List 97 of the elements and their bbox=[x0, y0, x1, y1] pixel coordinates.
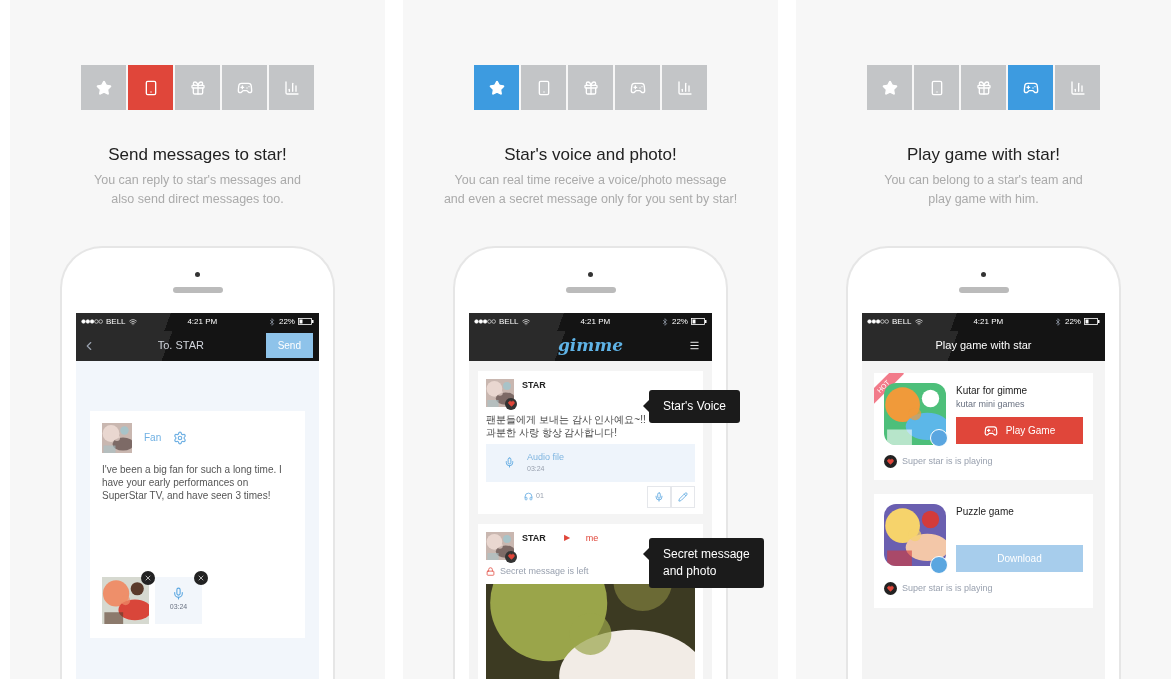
arrow-icon: ▶ bbox=[563, 531, 570, 544]
callout-text: Secret message bbox=[663, 546, 750, 563]
feature-title: Play game with star! bbox=[906, 144, 1061, 166]
feature-tab[interactable] bbox=[615, 65, 660, 110]
wifi-icon bbox=[914, 317, 923, 326]
app-logo: gimme bbox=[557, 333, 624, 357]
nav-title: To. STAR bbox=[157, 338, 204, 354]
feature-tab[interactable] bbox=[961, 65, 1006, 110]
play-game-button[interactable]: Play Game bbox=[956, 417, 1083, 444]
feature-tab[interactable] bbox=[1008, 65, 1053, 110]
message-text: I've been a big fan for such a long time. I have your early performances on SuperStar TV, and have seen 3 times! bbox=[102, 462, 283, 502]
feature-tab[interactable] bbox=[914, 65, 959, 110]
remove-icon[interactable] bbox=[194, 570, 208, 585]
feature-description: also send direct messages too. bbox=[111, 190, 284, 208]
signal-icon bbox=[867, 319, 889, 324]
battery-icon bbox=[691, 318, 707, 325]
lock-icon bbox=[486, 566, 495, 576]
battery-icon bbox=[298, 318, 314, 325]
star-icon bbox=[881, 79, 898, 96]
wifi-icon bbox=[521, 317, 530, 326]
nav-title: Play game with star bbox=[935, 338, 1032, 354]
feature-tab[interactable] bbox=[474, 65, 519, 110]
heart-avatar-icon bbox=[884, 582, 897, 596]
carrier-name: BELL bbox=[892, 315, 912, 328]
camera-icon bbox=[195, 271, 200, 277]
game-title: Kutar for gimme bbox=[956, 383, 1029, 398]
gamepad-icon bbox=[983, 423, 998, 438]
settings-icon[interactable] bbox=[173, 430, 188, 445]
author-name: STAR bbox=[522, 531, 546, 545]
playing-status: Super star is is playing bbox=[902, 582, 993, 595]
battery-percent: 22% bbox=[671, 315, 688, 328]
headphones-icon bbox=[524, 492, 533, 501]
secret-note: Secret message is left bbox=[500, 564, 589, 578]
mic-icon bbox=[172, 587, 185, 601]
post-text: 팬분들에게 보내는 감사 인사예요~!! bbox=[486, 412, 647, 426]
mic-button[interactable] bbox=[647, 485, 671, 508]
feature-title: Star's voice and photo! bbox=[504, 144, 677, 166]
feature-description: You can reply to star's messages and bbox=[94, 171, 301, 189]
mic-icon bbox=[654, 491, 664, 502]
feature-tab[interactable] bbox=[521, 65, 566, 110]
gift-icon bbox=[582, 79, 599, 96]
heart-avatar-icon bbox=[884, 454, 897, 468]
bar-chart-icon bbox=[676, 79, 693, 96]
feature-tab[interactable] bbox=[81, 65, 126, 110]
author-name: STAR bbox=[522, 378, 546, 392]
pencil-icon bbox=[678, 491, 688, 502]
battery-percent: 22% bbox=[278, 315, 295, 328]
signal-icon bbox=[474, 319, 496, 324]
battery-percent: 22% bbox=[1064, 315, 1081, 328]
send-button[interactable]: Send bbox=[265, 333, 313, 358]
feature-tab[interactable] bbox=[269, 65, 314, 110]
edit-button[interactable] bbox=[671, 485, 695, 508]
playing-status: Super star is is playing bbox=[902, 454, 993, 468]
recipient-name: me bbox=[585, 531, 599, 545]
feature-tab[interactable] bbox=[222, 65, 267, 110]
status-time: 4:21 PM bbox=[973, 315, 1004, 328]
speaker-icon bbox=[172, 286, 223, 293]
speaker-icon bbox=[958, 286, 1009, 293]
carrier-name: BELL bbox=[106, 315, 126, 328]
feature-tab[interactable] bbox=[128, 65, 173, 110]
status-time: 4:21 PM bbox=[187, 315, 218, 328]
feature-description: and even a secret message only for you sent by star! bbox=[443, 190, 738, 208]
gift-icon bbox=[975, 79, 992, 96]
feature-description: You can real time receive a voice/photo message bbox=[454, 171, 727, 189]
feature-tab[interactable] bbox=[662, 65, 707, 110]
feature-title: Send messages to star! bbox=[108, 144, 287, 166]
game-subtitle: kutar mini games bbox=[956, 397, 1026, 411]
bluetooth-icon bbox=[1053, 317, 1062, 326]
feature-description: play game with him. bbox=[928, 190, 1039, 208]
feature-tab[interactable] bbox=[867, 65, 912, 110]
bluetooth-icon bbox=[660, 317, 669, 326]
callout-text: and photo bbox=[663, 563, 718, 580]
feature-tab[interactable] bbox=[568, 65, 613, 110]
feature-description: You can belong to a star's team and bbox=[884, 171, 1083, 189]
camera-icon bbox=[981, 271, 986, 277]
post-text: 과분한 사랑 항상 감사합니다! bbox=[486, 425, 619, 439]
star-icon bbox=[488, 79, 505, 96]
signal-icon bbox=[81, 319, 103, 324]
battery-icon bbox=[1084, 318, 1100, 325]
feature-tab[interactable] bbox=[175, 65, 220, 110]
remove-icon[interactable] bbox=[141, 570, 155, 585]
author-name: Fan bbox=[144, 431, 162, 445]
gift-icon bbox=[189, 79, 206, 96]
menu-icon[interactable] bbox=[689, 340, 700, 351]
wifi-icon bbox=[128, 317, 137, 326]
bar-chart-icon bbox=[1069, 79, 1086, 96]
star-icon bbox=[95, 79, 112, 96]
bar-chart-icon bbox=[283, 79, 300, 96]
callout-text: Star's Voice bbox=[663, 398, 726, 415]
carrier-name: BELL bbox=[499, 315, 519, 328]
status-time: 4:21 PM bbox=[580, 315, 611, 328]
bluetooth-icon bbox=[267, 317, 276, 326]
feature-tab[interactable] bbox=[1055, 65, 1100, 110]
camera-icon bbox=[588, 271, 593, 277]
download-button[interactable]: Download bbox=[956, 545, 1083, 572]
speaker-icon bbox=[565, 286, 616, 293]
game-title: Puzzle game bbox=[956, 505, 1015, 519]
